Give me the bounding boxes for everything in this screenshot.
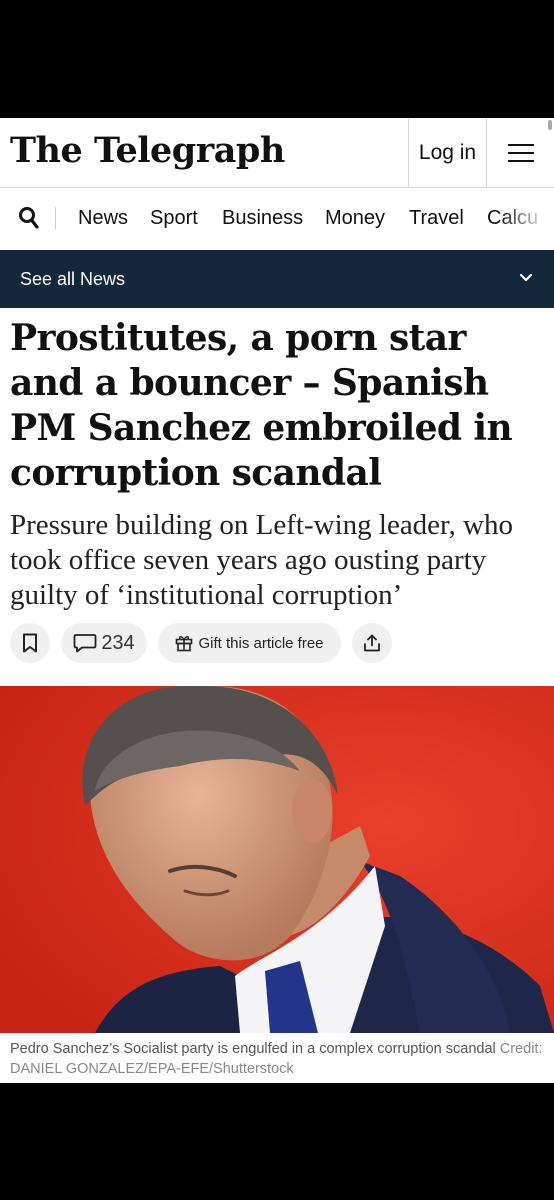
see-all-news-label: See all News xyxy=(20,269,126,289)
caption-text: Pedro Sanchez’s Socialist party is engul… xyxy=(10,1041,496,1057)
login-button[interactable]: Log in xyxy=(408,118,487,187)
comment-icon xyxy=(73,634,97,653)
gift-article-button[interactable]: Gift this article free xyxy=(158,623,341,663)
article-page: The Telegraph Log in News Sport Business… xyxy=(0,118,554,1083)
comments-button[interactable]: 234 xyxy=(61,623,147,663)
menu-button[interactable] xyxy=(487,118,554,187)
image-caption: Pedro Sanchez’s Socialist party is engul… xyxy=(10,1039,544,1079)
article-headline: Prostitutes, a porn star and a bouncer –… xyxy=(10,317,513,494)
bookmark-button[interactable] xyxy=(10,623,50,663)
bookmark-icon xyxy=(23,633,37,653)
nav-divider xyxy=(55,207,56,229)
nav-item-business[interactable]: Business xyxy=(222,206,303,230)
nav-item-news[interactable]: News xyxy=(78,206,128,230)
status-bar-area xyxy=(0,0,554,118)
share-button[interactable] xyxy=(352,623,392,663)
nav-item-money[interactable]: Money xyxy=(325,206,385,230)
share-icon xyxy=(364,634,380,652)
gift-article-label: Gift this article free xyxy=(198,634,324,652)
photo-pedro-sanchez xyxy=(0,686,554,1033)
article-hero-image[interactable] xyxy=(0,686,554,1033)
comment-count: 234 xyxy=(101,631,135,654)
search-icon[interactable] xyxy=(18,206,40,230)
nav-item-sport[interactable]: Sport xyxy=(150,206,198,230)
masthead: The Telegraph Log in xyxy=(0,118,554,188)
telegraph-logo[interactable]: The Telegraph xyxy=(10,128,285,174)
hamburger-icon xyxy=(507,143,534,162)
see-all-news-bar[interactable]: See all News xyxy=(0,250,554,308)
nav-item-travel[interactable]: Travel xyxy=(409,206,464,230)
chevron-down-icon xyxy=(519,273,533,282)
navigation-bar-area xyxy=(0,1083,554,1200)
scrollbar[interactable] xyxy=(548,120,552,130)
article-standfirst: Pressure building on Left-wing leader, w… xyxy=(10,509,513,611)
nav-fade xyxy=(500,188,554,250)
section-nav: News Sport Business Money Travel Calcu xyxy=(0,188,554,250)
gift-icon xyxy=(176,636,193,652)
